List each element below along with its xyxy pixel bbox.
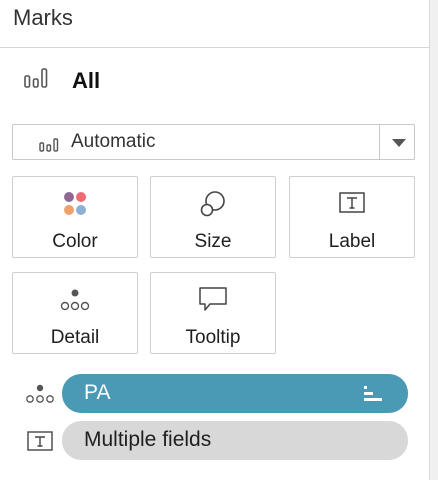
marks-title: Marks (13, 5, 73, 30)
size-card[interactable]: Size (150, 176, 276, 258)
mark-type-value: Automatic (71, 131, 156, 152)
text-box-icon (27, 431, 53, 451)
pa-field-pill[interactable]: PA (62, 374, 408, 413)
sort-descending-icon[interactable] (362, 384, 384, 404)
detail-dots-icon (60, 289, 90, 311)
marks-all-row[interactable]: All (0, 48, 429, 110)
bar-chart-icon (24, 68, 48, 88)
text-box-icon (339, 192, 365, 213)
detail-dots-icon (26, 384, 54, 403)
dropdown-divider (379, 125, 380, 159)
detail-card-label: Detail (50, 327, 100, 348)
multiple-fields-pill[interactable]: Multiple fields (62, 421, 408, 460)
color-dots-icon (64, 192, 86, 215)
chevron-down-icon[interactable] (392, 139, 406, 147)
color-card[interactable]: Color (12, 176, 138, 258)
marks-panel: Marks All Automatic Color Size Label Det… (0, 0, 429, 480)
marks-all-label: All (72, 68, 101, 93)
mark-type-dropdown[interactable]: Automatic (12, 124, 415, 160)
detail-card[interactable]: Detail (12, 272, 138, 354)
marks-header: Marks (0, 0, 429, 48)
size-circles-icon (200, 191, 225, 217)
pa-pill-label: PA (84, 381, 111, 404)
bar-chart-icon (39, 138, 59, 152)
color-card-label: Color (52, 231, 98, 252)
tooltip-card-label: Tooltip (185, 327, 241, 348)
splitter-strip[interactable] (430, 0, 438, 480)
multiple-fields-pill-label: Multiple fields (84, 428, 212, 451)
speech-bubble-icon (199, 287, 227, 311)
tooltip-card[interactable]: Tooltip (150, 272, 276, 354)
label-card-label: Label (328, 231, 376, 252)
label-card[interactable]: Label (289, 176, 415, 258)
size-card-label: Size (194, 231, 232, 252)
